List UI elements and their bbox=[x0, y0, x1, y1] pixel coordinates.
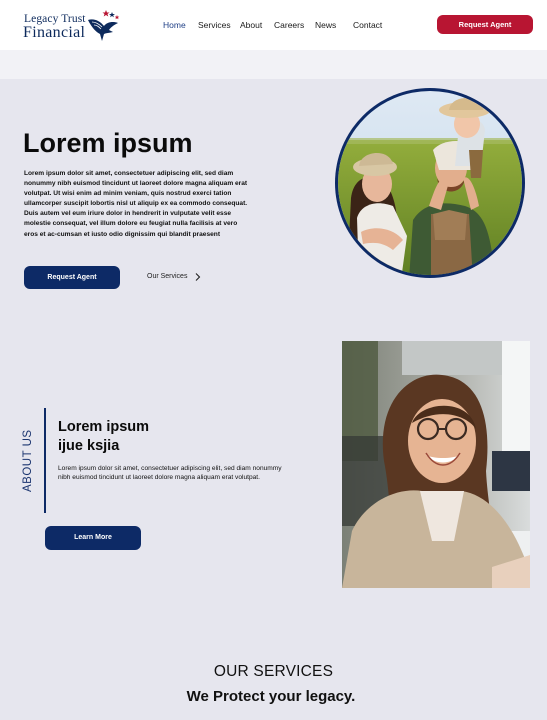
services-heading: OUR SERVICES bbox=[213, 663, 334, 680]
about-title-line2: ijue ksjia bbox=[58, 437, 120, 454]
smiling-woman-photo bbox=[342, 341, 530, 588]
nav-link-news[interactable]: News bbox=[315, 20, 336, 30]
logo-name-line2: Financial bbox=[23, 24, 86, 41]
brand-logo[interactable]: Legacy Trust Financial bbox=[22, 8, 122, 44]
our-services-link[interactable]: Our Services bbox=[147, 273, 187, 280]
about-title-line1: Lorem ipsum bbox=[58, 419, 150, 435]
about-us-vertical-label: ABOUT US bbox=[22, 429, 34, 492]
services-tagline: We Protect your legacy. bbox=[186, 688, 356, 705]
request-agent-nav-button[interactable]: Request Agent bbox=[437, 15, 533, 34]
family-photo bbox=[335, 88, 525, 278]
about-title: Lorem ipsum ijue ksjia bbox=[58, 418, 149, 455]
nav-link-contact[interactable]: Contact bbox=[353, 20, 382, 30]
nav-link-services[interactable]: Services bbox=[198, 20, 231, 30]
hero-body-text: Lorem ipsum dolor sit amet, consectetuer… bbox=[24, 170, 248, 238]
nav-link-home[interactable]: Home bbox=[163, 20, 186, 30]
hero-title: Lorem ipsum bbox=[23, 128, 193, 158]
learn-more-button[interactable]: Learn More bbox=[45, 526, 141, 550]
about-body-text: Lorem ipsum dolor sit amet, consectetuer… bbox=[58, 465, 282, 482]
eagle-icon bbox=[88, 10, 120, 41]
nav-link-about[interactable]: About bbox=[240, 20, 262, 30]
nav-link-careers[interactable]: Careers bbox=[274, 20, 304, 30]
chevron-right-icon bbox=[195, 273, 201, 281]
header-strip bbox=[0, 50, 547, 79]
top-navigation-bar: Legacy Trust Financial Home Services Abo… bbox=[0, 0, 547, 50]
request-agent-hero-button[interactable]: Request Agent bbox=[24, 266, 120, 289]
about-divider bbox=[44, 408, 46, 513]
